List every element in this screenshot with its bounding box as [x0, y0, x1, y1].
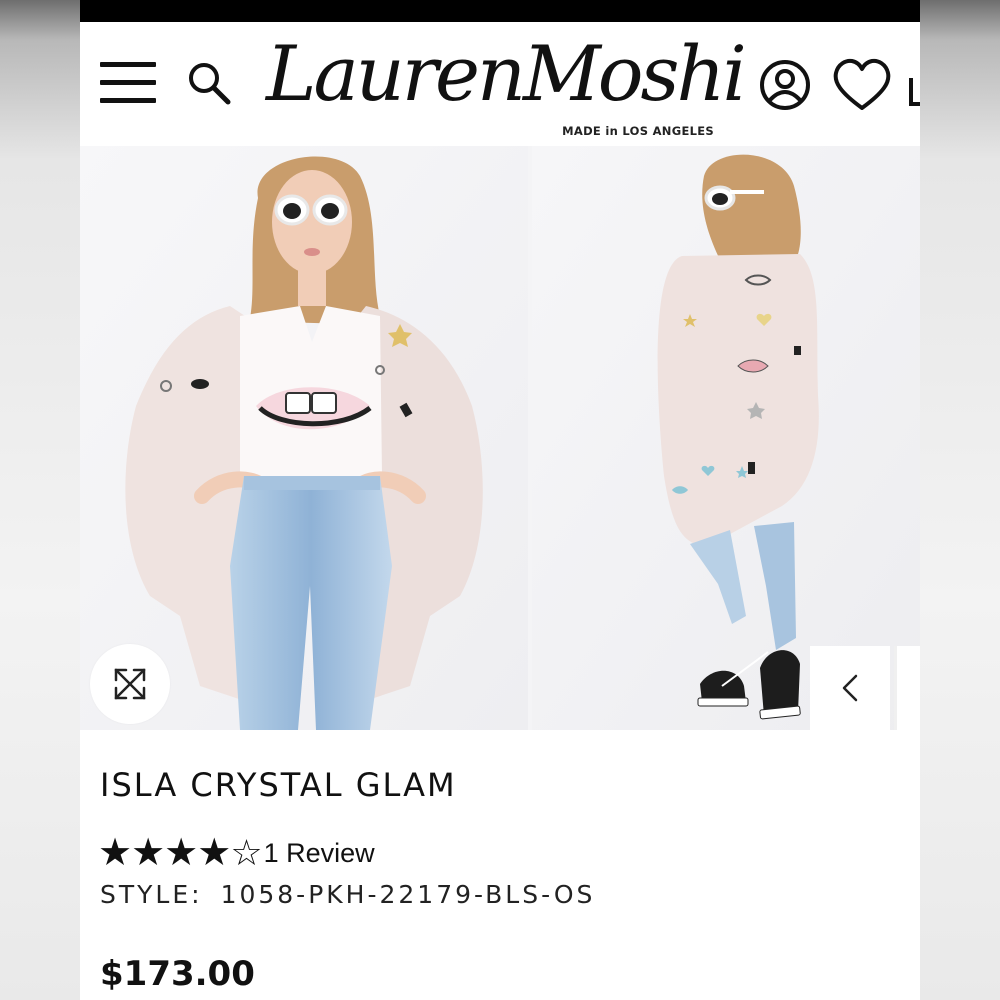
star-empty-icon: ☆ [230, 833, 263, 874]
right-blur-margin [920, 0, 1000, 1000]
account-icon[interactable] [756, 56, 814, 114]
site-header: LaurenMoshi MADE in LOS ANGELES [80, 22, 920, 147]
rating-stars: ★★★★☆ [98, 830, 263, 874]
gallery-prev-button[interactable] [810, 646, 890, 730]
model-photo-back [532, 146, 920, 730]
star-filled-icon: ★ [98, 830, 133, 874]
style-label: STYLE: [100, 880, 203, 909]
review-count-link[interactable]: 1 Review [264, 838, 375, 869]
star-filled-icon: ★ [197, 830, 232, 874]
status-bar [80, 0, 920, 22]
heart-icon[interactable] [830, 56, 894, 114]
style-value: 1058-PKH-22179-BLS-OS [220, 880, 596, 909]
product-image-back[interactable] [532, 146, 920, 730]
product-price: $173.00 [100, 954, 255, 994]
product-image-front[interactable] [80, 146, 528, 730]
bag-icon[interactable] [908, 76, 920, 106]
menu-icon[interactable] [100, 60, 156, 106]
expand-image-button[interactable] [90, 644, 170, 724]
product-title: ISLA CRYSTAL GLAM [100, 766, 457, 804]
style-number: STYLE: 1058-PKH-22179-BLS-OS [100, 880, 595, 909]
star-filled-icon: ★ [164, 830, 199, 874]
model-photo-front [80, 146, 528, 730]
chevron-left-icon [842, 674, 858, 702]
gallery-next-peek[interactable] [894, 646, 920, 730]
product-rating[interactable]: ★★★★☆ 1 Review [98, 830, 375, 874]
logo-script-text: LaurenMoshi [266, 29, 747, 118]
product-page: LaurenMoshi MADE in LOS ANGELES ISLA CRY… [80, 0, 920, 1000]
expand-arrows-icon [114, 668, 146, 700]
brand-logo[interactable]: LaurenMoshi MADE in LOS ANGELES [266, 26, 747, 138]
left-blur-margin [0, 0, 80, 1000]
star-filled-icon: ★ [131, 830, 166, 874]
search-icon[interactable] [184, 58, 236, 110]
logo-tagline: MADE in LOS ANGELES [562, 124, 714, 138]
product-gallery [80, 146, 920, 730]
